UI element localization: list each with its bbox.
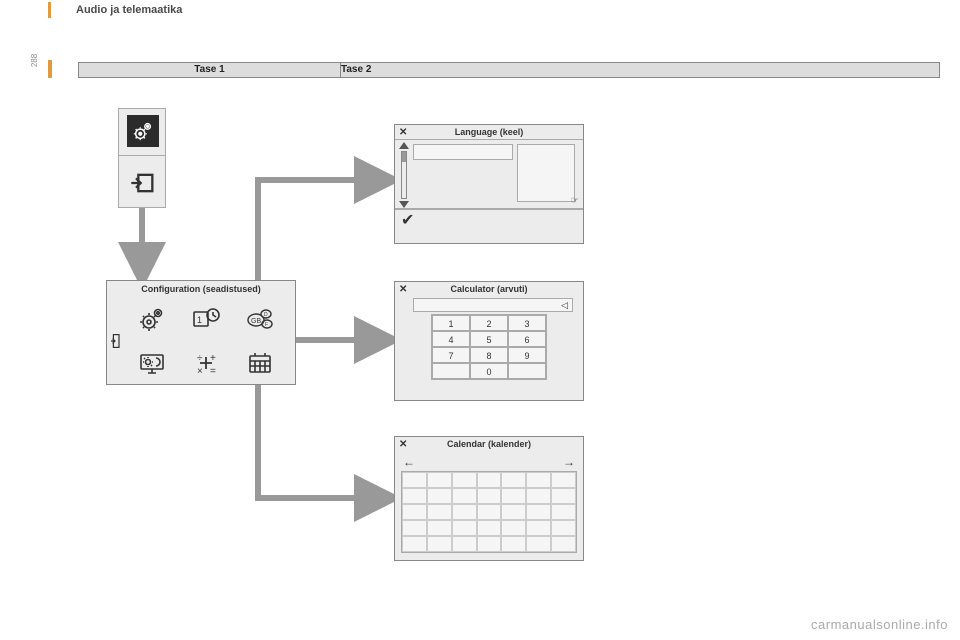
calendar-cell[interactable] (501, 472, 526, 488)
display-icon[interactable] (127, 343, 177, 383)
calendar-cell[interactable] (427, 536, 452, 552)
key-0[interactable]: 0 (470, 363, 508, 379)
calendar-cell[interactable] (402, 536, 427, 552)
calendar-cell[interactable] (452, 472, 477, 488)
calendar-cell[interactable] (402, 504, 427, 520)
key-1[interactable]: 1 (432, 315, 470, 331)
language-panel-title: Language (keel) (395, 125, 583, 139)
date-time-icon[interactable]: 1 (181, 299, 231, 339)
calendar-cell[interactable] (427, 504, 452, 520)
scroll-down-icon[interactable] (399, 201, 409, 208)
key-3[interactable]: 3 (508, 315, 546, 331)
calendar-cell[interactable] (477, 472, 502, 488)
calendar-cell[interactable] (551, 504, 576, 520)
key-8[interactable]: 8 (470, 347, 508, 363)
calendar-icon[interactable] (235, 343, 285, 383)
calendar-cell[interactable] (551, 536, 576, 552)
svg-text:F: F (265, 322, 268, 328)
calendar-cell[interactable] (526, 536, 551, 552)
calendar-cell[interactable] (551, 488, 576, 504)
language-preview (517, 144, 575, 202)
page-number: 288 (30, 54, 39, 67)
calculator-display: ◁ (413, 298, 573, 312)
scrollbar[interactable] (398, 142, 410, 208)
settings-gear-icon (127, 115, 159, 147)
calendar-cell[interactable] (501, 488, 526, 504)
svg-text:D: D (264, 312, 268, 318)
confirm-button[interactable]: ✔ (395, 209, 583, 229)
configuration-panel: Configuration (seadistused) 1 GBDF ÷ + × = (106, 280, 296, 385)
calendar-cell[interactable] (526, 504, 551, 520)
svg-text:×: × (197, 366, 203, 377)
calendar-cell[interactable] (501, 504, 526, 520)
calculator-icon[interactable]: ÷ + × = (181, 343, 231, 383)
calculator-keypad: 1 2 3 4 5 6 7 8 9 0 (431, 314, 547, 380)
language-globe-icon[interactable]: GBDF (235, 299, 285, 339)
calendar-panel: ✕ Calendar (kalender) ← → (394, 436, 584, 561)
watermark: carmanualsonline.info (811, 617, 948, 632)
calendar-cell[interactable] (427, 520, 452, 536)
next-month-icon[interactable]: → (563, 455, 575, 469)
calendar-cell[interactable] (501, 536, 526, 552)
calendar-cell[interactable] (501, 520, 526, 536)
scroll-up-icon[interactable] (399, 142, 409, 149)
close-icon[interactable]: ✕ (399, 284, 407, 295)
calendar-cell[interactable] (526, 520, 551, 536)
calendar-cell[interactable] (526, 488, 551, 504)
scroll-track[interactable] (401, 151, 407, 199)
speak-icon[interactable]: ☞ (571, 195, 579, 206)
enter-icon (129, 169, 157, 197)
configuration-title: Configuration (seadistused) (107, 281, 295, 297)
calendar-cell[interactable] (452, 504, 477, 520)
check-icon: ✔ (401, 210, 414, 230)
accent-bar-side (48, 60, 52, 78)
calendar-grid (401, 471, 577, 553)
calculator-panel-title: Calculator (arvuti) (395, 282, 583, 296)
prev-month-icon[interactable]: ← (403, 455, 415, 469)
level-header: Tase 1 Tase 2 (78, 62, 940, 78)
level-1-header: Tase 1 (79, 63, 341, 77)
close-icon[interactable]: ✕ (399, 127, 407, 138)
calendar-cell[interactable] (477, 504, 502, 520)
calendar-cell[interactable] (551, 472, 576, 488)
calendar-cell[interactable] (427, 472, 452, 488)
key-2[interactable]: 2 (470, 315, 508, 331)
key-6[interactable]: 6 (508, 331, 546, 347)
svg-text:+: + (210, 353, 216, 364)
key-7[interactable]: 7 (432, 347, 470, 363)
key-4[interactable]: 4 (432, 331, 470, 347)
calendar-cell[interactable] (477, 488, 502, 504)
calculator-panel: ✕ Calculator (arvuti) ◁ 1 2 3 4 5 6 7 8 … (394, 281, 584, 401)
section-title: Audio ja telemaatika (76, 4, 182, 16)
calendar-cell[interactable] (452, 488, 477, 504)
settings-icon[interactable] (127, 299, 177, 339)
accent-bar (48, 2, 51, 18)
level-2-header: Tase 2 (341, 63, 371, 77)
divider (119, 155, 165, 156)
svg-text:GB: GB (251, 318, 261, 325)
calendar-cell[interactable] (402, 472, 427, 488)
svg-text:÷: ÷ (197, 353, 203, 364)
language-panel: ✕ Language (keel) ☞ ✔ (394, 124, 584, 244)
calendar-cell[interactable] (551, 520, 576, 536)
svg-text:=: = (210, 366, 216, 377)
key-5[interactable]: 5 (470, 331, 508, 347)
start-node (118, 108, 166, 208)
language-list-item[interactable] (413, 144, 513, 160)
calendar-cell[interactable] (452, 520, 477, 536)
back-icon[interactable] (107, 299, 123, 383)
calendar-cell[interactable] (402, 520, 427, 536)
calendar-cell[interactable] (427, 488, 452, 504)
key-9[interactable]: 9 (508, 347, 546, 363)
calendar-cell[interactable] (526, 472, 551, 488)
calendar-cell[interactable] (452, 536, 477, 552)
close-icon[interactable]: ✕ (399, 439, 407, 450)
svg-text:1: 1 (197, 315, 202, 325)
calendar-cell[interactable] (477, 520, 502, 536)
calendar-panel-title: Calendar (kalender) (395, 437, 583, 451)
calendar-cell[interactable] (402, 488, 427, 504)
calendar-cell[interactable] (477, 536, 502, 552)
